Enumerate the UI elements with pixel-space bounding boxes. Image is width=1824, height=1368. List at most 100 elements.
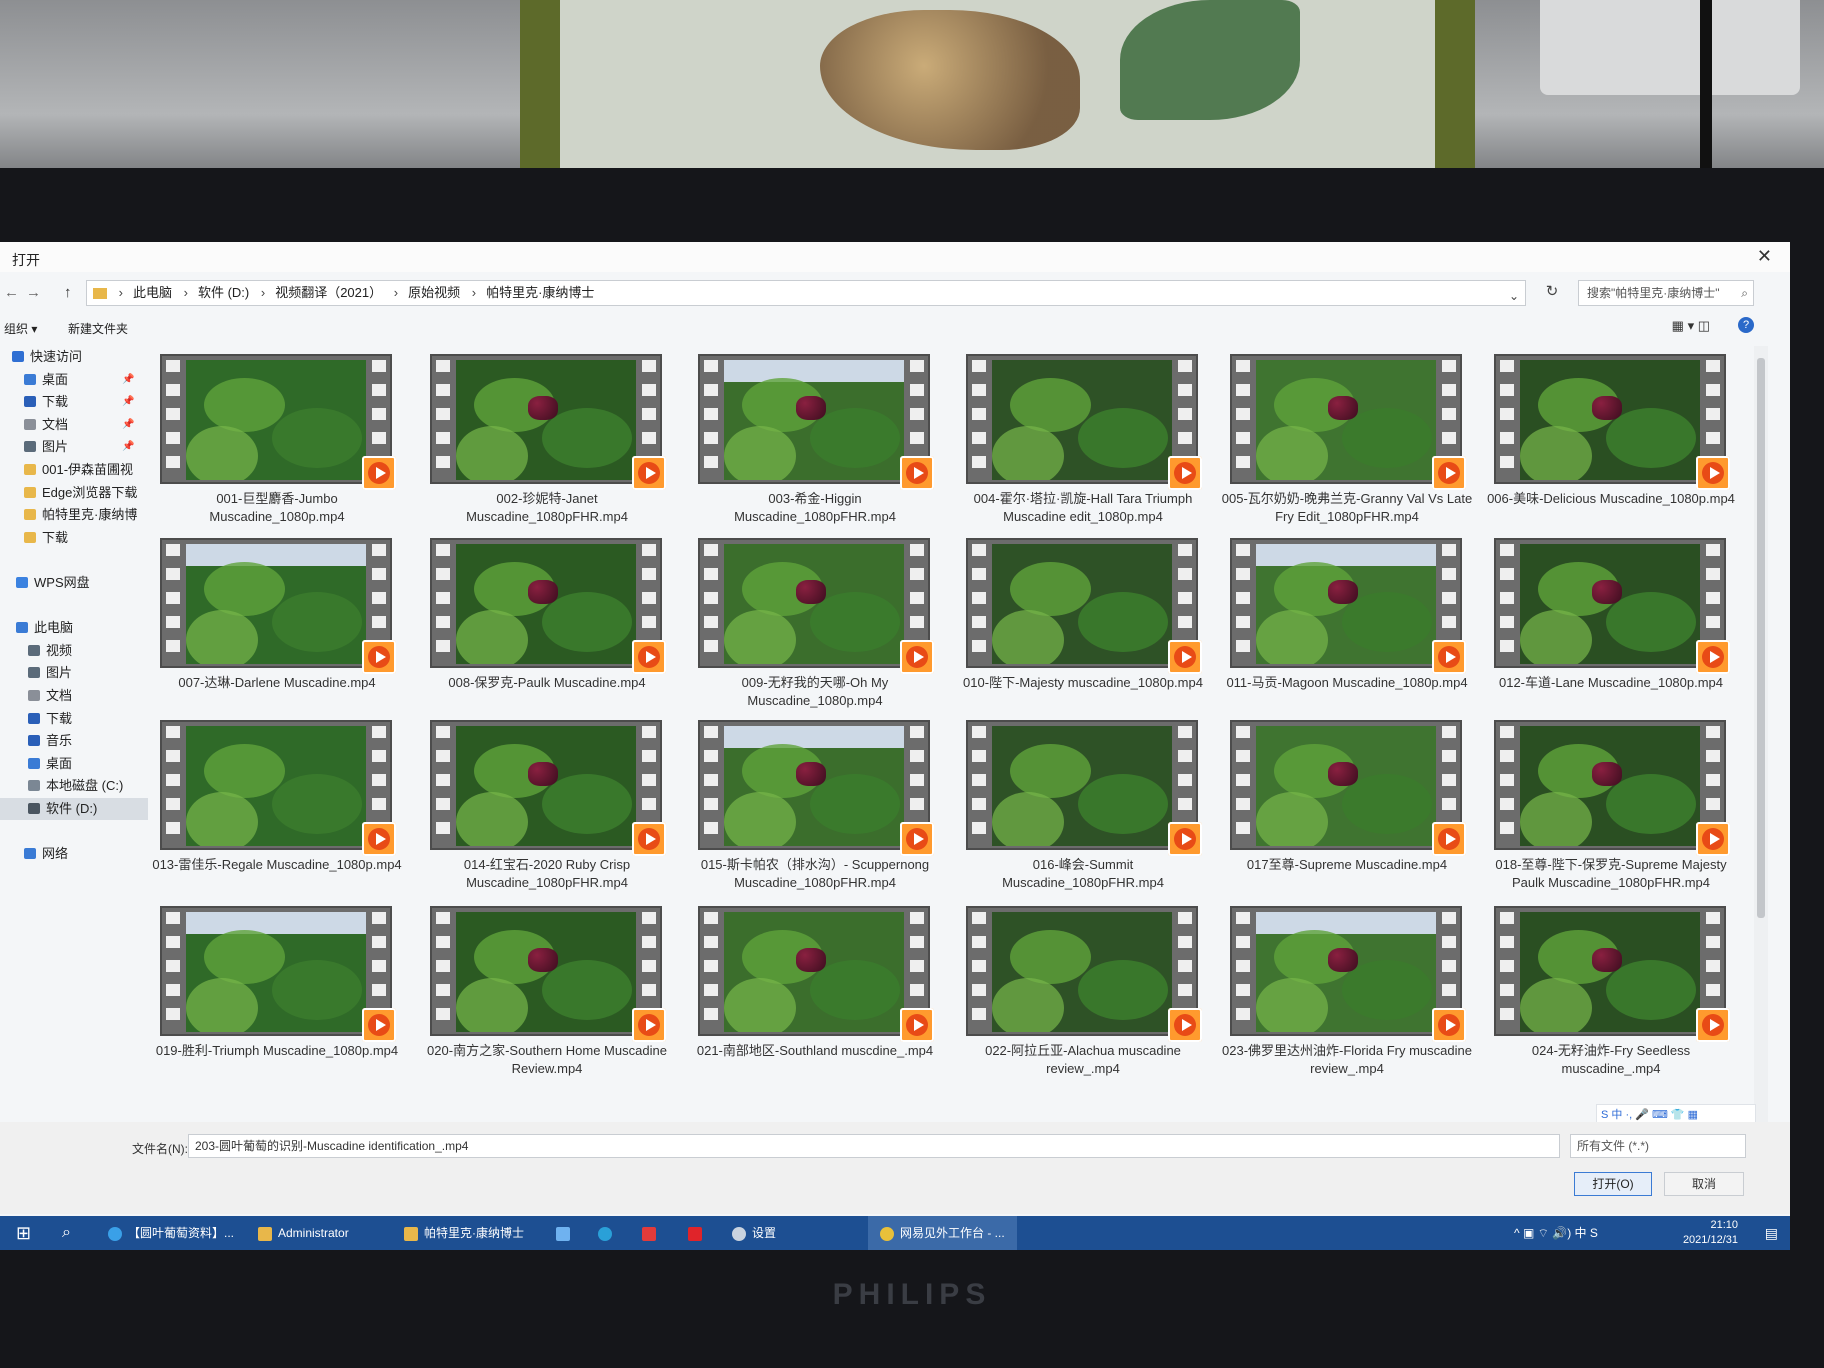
file-tile[interactable]: 017至尊-Supreme Muscadine.mp4 (1220, 720, 1474, 910)
taskbar-item-chrome[interactable]: 网易见外工作台 - ... (868, 1216, 1017, 1250)
file-tile[interactable]: 020-南方之家-Southern Home Muscadine Review.… (420, 906, 674, 1096)
leaf-cluster (204, 378, 285, 432)
file-tile[interactable]: 003-希金-Higgin Muscadine_1080pFHR.mp4 (688, 354, 942, 544)
sidebar-item[interactable]: 桌面 (0, 753, 148, 776)
file-tile[interactable]: 010-陛下-Majesty muscadine_1080p.mp4 (956, 538, 1210, 728)
play-icon (1432, 1008, 1466, 1042)
taskbar-item-settings[interactable]: 设置 (732, 1216, 776, 1250)
breadcrumb-current-folder[interactable]: 帕特里克·康纳博士 (486, 281, 594, 305)
scrollbar-thumb[interactable] (1757, 358, 1765, 918)
help-icon[interactable]: ? (1738, 317, 1754, 333)
sidebar-item[interactable]: 下载 (0, 527, 148, 550)
file-tile[interactable]: 006-美味-Delicious Muscadine_1080p.mp4 (1484, 354, 1738, 544)
file-tile[interactable]: 004-霍尔·塔拉·凯旋-Hall Tara Triumph Muscadine… (956, 354, 1210, 544)
video-thumbnail (430, 354, 662, 484)
up-button[interactable]: ↑ (64, 284, 72, 301)
sidebar-item[interactable]: 图片 📌 (0, 436, 148, 459)
breadcrumb-drive-d[interactable]: 软件 (D:) (198, 281, 249, 305)
video-thumbnail (160, 538, 392, 668)
sidebar-item-label: 图片 (46, 665, 73, 681)
vine-image (724, 544, 904, 664)
filetype-select[interactable]: 所有文件 (*.*) (1570, 1134, 1746, 1158)
taskbar-pinned-wps[interactable] (642, 1216, 662, 1250)
breadcrumb-this-pc[interactable]: 此电脑 (133, 281, 172, 305)
sidebar-item[interactable]: 下载 (0, 708, 148, 731)
sky (724, 360, 904, 382)
file-tile[interactable]: 015-斯卡帕农（排水沟）- Scuppernong Muscadine_108… (688, 720, 942, 910)
search-input[interactable]: 搜索"帕特里克·康纳博士" ⌕ (1578, 280, 1754, 306)
refresh-button[interactable]: ↻ (1538, 282, 1566, 304)
file-tile[interactable]: 023-佛罗里达州油炸-Florida Fry muscadine review… (1220, 906, 1474, 1096)
dialog-footer: 文件名(N): 203-圆叶葡萄的识别-Muscadine identifica… (0, 1122, 1790, 1214)
file-tile[interactable]: 009-无籽我的天哪-Oh My Muscadine_1080p.mp4 (688, 538, 942, 728)
file-tile[interactable]: 008-保罗克-Paulk Muscadine.mp4 (420, 538, 674, 728)
vertical-scrollbar[interactable] (1754, 346, 1768, 1126)
file-tile[interactable]: 013-雷佳乐-Regale Muscadine_1080p.mp4 (150, 720, 404, 910)
file-tile[interactable]: 002-珍妮特-Janet Muscadine_1080pFHR.mp4 (420, 354, 674, 544)
sidebar-item[interactable]: 001-伊森苗圃视 (0, 459, 148, 482)
sidebar-item[interactable]: 音乐 (0, 730, 148, 753)
forward-button[interactable]: → (26, 284, 41, 301)
taskbar-item-explorer[interactable]: Administrator (258, 1216, 349, 1250)
file-tile[interactable]: 011-马贡-Magoon Muscadine_1080p.mp4 (1220, 538, 1474, 728)
file-tile[interactable]: 019-胜利-Triumph Muscadine_1080p.mp4 (150, 906, 404, 1096)
organize-button[interactable]: 组织 ▾ (4, 320, 37, 337)
address-bar[interactable]: › 此电脑 › 软件 (D:) › 视频翻译（2021） › 原始视频 › 帕特里克·康纳… (86, 280, 1526, 306)
taskbar-item-edge[interactable]: 【圆叶葡萄资料】... (108, 1216, 234, 1250)
back-button[interactable]: ← (4, 284, 19, 301)
breadcrumb-original-video[interactable]: 原始视频 (408, 281, 460, 305)
file-name: 020-南方之家-Southern Home Muscadine Review.… (427, 1043, 667, 1076)
pin-icon: 📌 (122, 418, 135, 430)
sidebar-item[interactable]: 快速访问 (0, 346, 148, 369)
taskbar-pinned-video[interactable] (688, 1216, 708, 1250)
sidebar-item[interactable]: 文档 (0, 685, 148, 708)
sidebar-item[interactable]: 本地磁盘 (C:) (0, 775, 148, 798)
video-thumbnail (1230, 354, 1462, 484)
file-tile[interactable]: 022-阿拉丘亚-Alachua muscadine review_.mp4 (956, 906, 1210, 1096)
breadcrumb-video-translation[interactable]: 视频翻译（2021） (275, 281, 382, 305)
file-tile[interactable]: 007-达琳-Darlene Muscadine.mp4 (150, 538, 404, 728)
sidebar-item[interactable]: 桌面 📌 (0, 369, 148, 392)
sidebar-item[interactable]: 帕特里克·康纳博 (0, 504, 148, 527)
chevron-down-icon[interactable]: ⌄ (1509, 284, 1519, 308)
file-tile[interactable]: 018-至尊-陛下-保罗克-Supreme Majesty Paulk Musc… (1484, 720, 1738, 910)
sidebar-item[interactable]: 网络 (0, 843, 148, 866)
file-tile[interactable]: 021-南部地区-Southland muscdine_.mp4 (688, 906, 942, 1096)
sidebar-item[interactable]: 此电脑 (0, 617, 148, 640)
sidebar-item-label: Edge浏览器下载 (42, 484, 138, 500)
clock[interactable]: 21:10 2021/12/31 (1683, 1218, 1738, 1248)
leaf-cluster (992, 426, 1064, 480)
leaf-cluster (810, 960, 901, 1020)
filename-field[interactable]: 203-圆叶葡萄的识别-Muscadine identification_.mp… (188, 1134, 1560, 1158)
windows-start-icon[interactable]: ⊞ (16, 1216, 31, 1250)
sidebar-item[interactable]: 下载 📌 (0, 391, 148, 414)
sidebar-item[interactable]: WPS网盘 (0, 572, 148, 595)
sidebar-item[interactable]: 视频 (0, 640, 148, 663)
close-button[interactable]: ✕ (1757, 246, 1772, 267)
folder-icon (404, 1226, 418, 1241)
open-button[interactable]: 打开(O) (1574, 1172, 1652, 1196)
file-tile[interactable]: 001-巨型麝香-Jumbo Muscadine_1080p.mp4 (150, 354, 404, 544)
taskbar-pinned-app[interactable] (598, 1216, 618, 1250)
sidebar-item[interactable]: 软件 (D:) (0, 797, 148, 821)
notification-icon[interactable]: ▤ (1765, 1216, 1778, 1250)
sidebar-item[interactable]: 文档 📌 (0, 414, 148, 437)
view-options-button[interactable]: ▦ ▾ ◫ (1672, 318, 1710, 334)
sidebar-item[interactable]: Edge浏览器下载 (0, 482, 148, 505)
taskbar-item-folder[interactable]: 帕特里克·康纳博士 (404, 1216, 524, 1250)
edge-icon (108, 1226, 122, 1241)
tray-icons[interactable]: ^ ▣ ⌔ 🔊) 中 S (1514, 1216, 1598, 1250)
file-tile[interactable]: 012-车道-Lane Muscadine_1080p.mp4 (1484, 538, 1738, 728)
file-tile[interactable]: 005-瓦尔奶奶-晚弗兰克-Granny Val Vs Late Fry Edi… (1220, 354, 1474, 544)
vine-image (1256, 912, 1436, 1032)
taskbar-pinned-app[interactable] (556, 1216, 576, 1250)
file-tile[interactable]: 024-无籽油炸-Fry Seedless muscadine_.mp4 (1484, 906, 1738, 1096)
search-icon[interactable]: ⌕ (62, 1216, 71, 1250)
file-tile[interactable]: 014-红宝石-2020 Ruby Crisp Muscadine_1080pF… (420, 720, 674, 910)
file-tile[interactable]: 016-峰会-Summit Muscadine_1080pFHR.mp4 (956, 720, 1210, 910)
cancel-button[interactable]: 取消 (1664, 1172, 1744, 1196)
sidebar-item[interactable]: 图片 (0, 662, 148, 685)
new-folder-button[interactable]: 新建文件夹 (68, 320, 128, 337)
power-cable (1700, 0, 1712, 175)
